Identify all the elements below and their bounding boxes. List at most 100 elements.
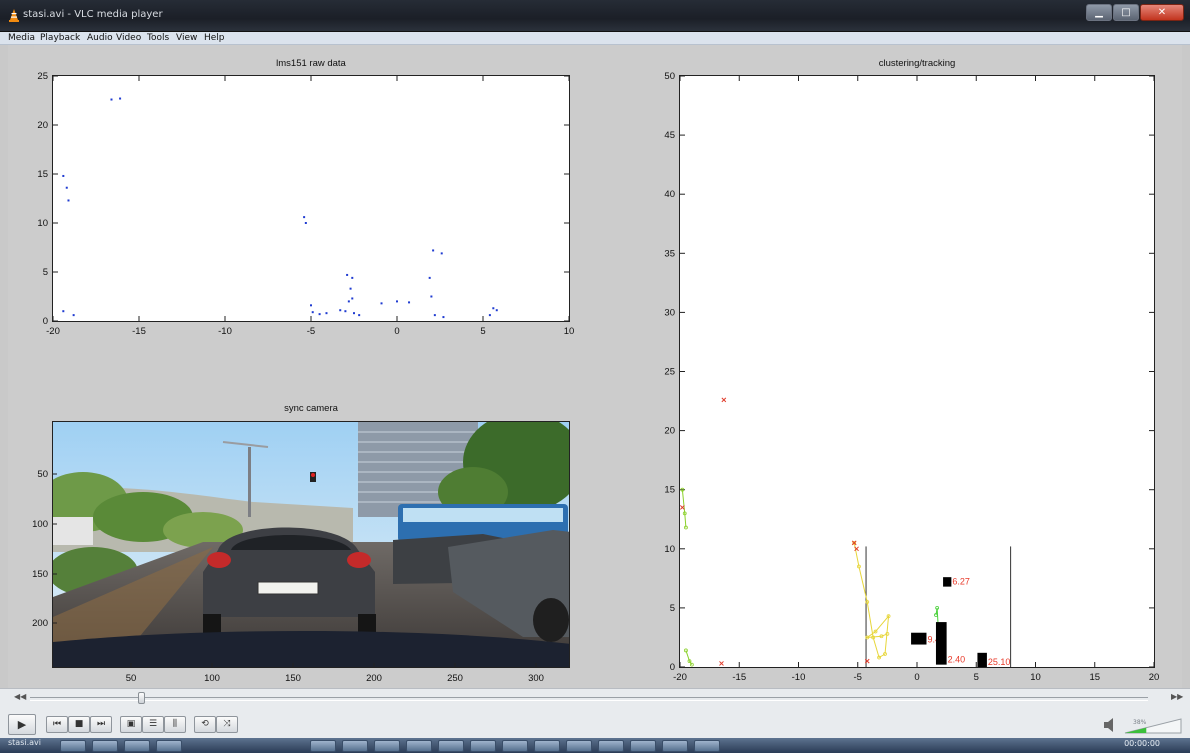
shuffle-button[interactable]: ⤨: [216, 716, 238, 733]
volume-percent: 38%: [1133, 719, 1147, 726]
taskbar-app-icon[interactable]: [534, 740, 560, 752]
raw-data-point: [442, 316, 445, 319]
fullscreen-button[interactable]: ▣: [120, 716, 142, 733]
raw-data-point: [339, 309, 342, 312]
next-button[interactable]: ⏭: [90, 716, 112, 733]
close-button[interactable]: ✕: [1140, 4, 1184, 21]
cluster-marker: [721, 397, 727, 403]
camera-y-tick-label: 150: [32, 569, 48, 580]
camera-x-tick-label: 150: [285, 673, 301, 684]
taskbar-app-icon[interactable]: [662, 740, 688, 752]
camera-y-tick-label: 50: [37, 469, 48, 480]
previous-button[interactable]: ⏮: [46, 716, 68, 733]
taskbar-app-icon[interactable]: [598, 740, 624, 752]
extended-settings-button[interactable]: ⫼: [164, 716, 186, 733]
fullscreen-icon: ▣: [126, 719, 136, 729]
x-tick-label: -15: [732, 672, 746, 683]
y-tick-label: 0: [43, 316, 48, 327]
x-tick-label: -5: [307, 326, 315, 337]
cluster-block: [977, 652, 987, 667]
raw-data-point: [428, 276, 431, 279]
menu-playback[interactable]: Playback: [40, 32, 80, 45]
taskbar-app-icon[interactable]: [124, 740, 150, 752]
x-tick-label: 20: [1149, 672, 1160, 683]
window-title: stasi.avi - VLC media player: [23, 9, 163, 20]
x-tick-label: 10: [1030, 672, 1041, 683]
raw-data-point: [344, 310, 347, 313]
raw-data-point: [358, 314, 361, 317]
video-output[interactable]: lms151 raw data -20 -15 -10 -5 0 5 10 0 5 10 15 20 2…: [8, 45, 1182, 688]
raw-data-point: [351, 276, 354, 279]
stop-icon: ■: [74, 719, 84, 729]
menu-audio[interactable]: Audio: [87, 32, 113, 45]
speaker-icon[interactable]: [1104, 718, 1113, 732]
taskbar-app-icon[interactable]: [502, 740, 528, 752]
seek-back-icon[interactable]: ◀◀: [14, 692, 26, 701]
taskbar-app-icon[interactable]: [694, 740, 720, 752]
raw-data-point: [492, 307, 495, 310]
seek-handle[interactable]: [137, 692, 145, 704]
menu-help[interactable]: Help: [204, 32, 225, 45]
taskbar-app-icon[interactable]: [470, 740, 496, 752]
y-tick-label: 25: [37, 71, 48, 82]
cluster-block: [943, 577, 952, 587]
loop-button[interactable]: ⟲: [194, 716, 216, 733]
raw-data-point: [488, 314, 491, 317]
camera-x-tick-label: 50: [126, 673, 137, 684]
extended-settings-icon: ⫼: [172, 719, 178, 729]
stop-button[interactable]: ■: [68, 716, 90, 733]
raw-data-point: [304, 222, 307, 224]
seek-forward-icon[interactable]: ▶▶: [1171, 692, 1183, 701]
menu-tools[interactable]: Tools: [147, 32, 169, 45]
raw-data-point: [72, 314, 75, 317]
raw-data-point: [325, 312, 328, 315]
raw-data-point: [65, 186, 68, 189]
previous-icon: ⏮: [52, 719, 62, 729]
x-tick-label: -15: [132, 326, 146, 337]
camera-y-tick-label: 100: [32, 519, 48, 530]
minimize-button[interactable]: ▁: [1086, 4, 1112, 21]
raw-data-point: [349, 287, 352, 290]
playlist-button[interactable]: ☰: [142, 716, 164, 733]
menu-media[interactable]: Media: [8, 32, 35, 45]
x-tick-label: 5: [974, 672, 979, 683]
taskbar-app-icon[interactable]: [92, 740, 118, 752]
taskbar-app-icon[interactable]: [630, 740, 656, 752]
tracking-svg: -20 -15 -10 -5 0 5 10 15 20 0 5 10 15 20 25 30 35 40 45 50 6…: [664, 71, 1159, 683]
camera-y-tick-label: 200: [32, 618, 48, 629]
menu-view[interactable]: View: [176, 32, 197, 45]
vlc-cone-icon[interactable]: [9, 9, 19, 22]
seek-slider[interactable]: [30, 697, 1148, 701]
volume-control[interactable]: 38%: [1103, 715, 1183, 735]
taskbar-app-icon[interactable]: [566, 740, 592, 752]
y-tick-label: 15: [664, 485, 675, 496]
play-icon: ▶: [17, 718, 27, 731]
raw-data-svg: -20 -15 -10 -5 0 5 10 0 5 10 15 20 25: [37, 71, 574, 337]
taskbar-app-icon[interactable]: [374, 740, 400, 752]
x-tick-label: -10: [792, 672, 806, 683]
menu-video[interactable]: Video: [116, 32, 141, 45]
raw-data-point: [432, 249, 435, 252]
raw-data-point: [310, 304, 312, 307]
y-tick-label: 50: [664, 71, 675, 82]
camera-x-tick-label: 300: [528, 673, 544, 684]
y-tick-label: 10: [664, 544, 675, 555]
raw-data-point: [119, 97, 122, 100]
taskbar-app-icon[interactable]: [438, 740, 464, 752]
raw-data-point: [318, 313, 321, 316]
raw-data-point: [380, 302, 383, 305]
maximize-button[interactable]: □: [1113, 4, 1139, 21]
raw-data-point: [351, 297, 354, 300]
taskbar-app-icon[interactable]: [406, 740, 432, 752]
track-path: [853, 542, 890, 659]
taskbar-app-icon[interactable]: [60, 740, 86, 752]
raw-data-point: [62, 310, 65, 313]
taskbar-app-icon[interactable]: [342, 740, 368, 752]
play-button[interactable]: ▶: [8, 714, 36, 735]
cluster-marker: [719, 661, 724, 666]
taskbar-app-icon[interactable]: [156, 740, 182, 752]
control-bar: ◀◀ ▶▶ ▶ ⏮ ■ ⏭ ▣ ☰ ⫼ ⟲ ⤨ 38%: [0, 688, 1190, 738]
x-tick-label: -5: [854, 672, 862, 683]
taskbar-app-icon[interactable]: [310, 740, 336, 752]
raw-data-point: [440, 252, 443, 255]
